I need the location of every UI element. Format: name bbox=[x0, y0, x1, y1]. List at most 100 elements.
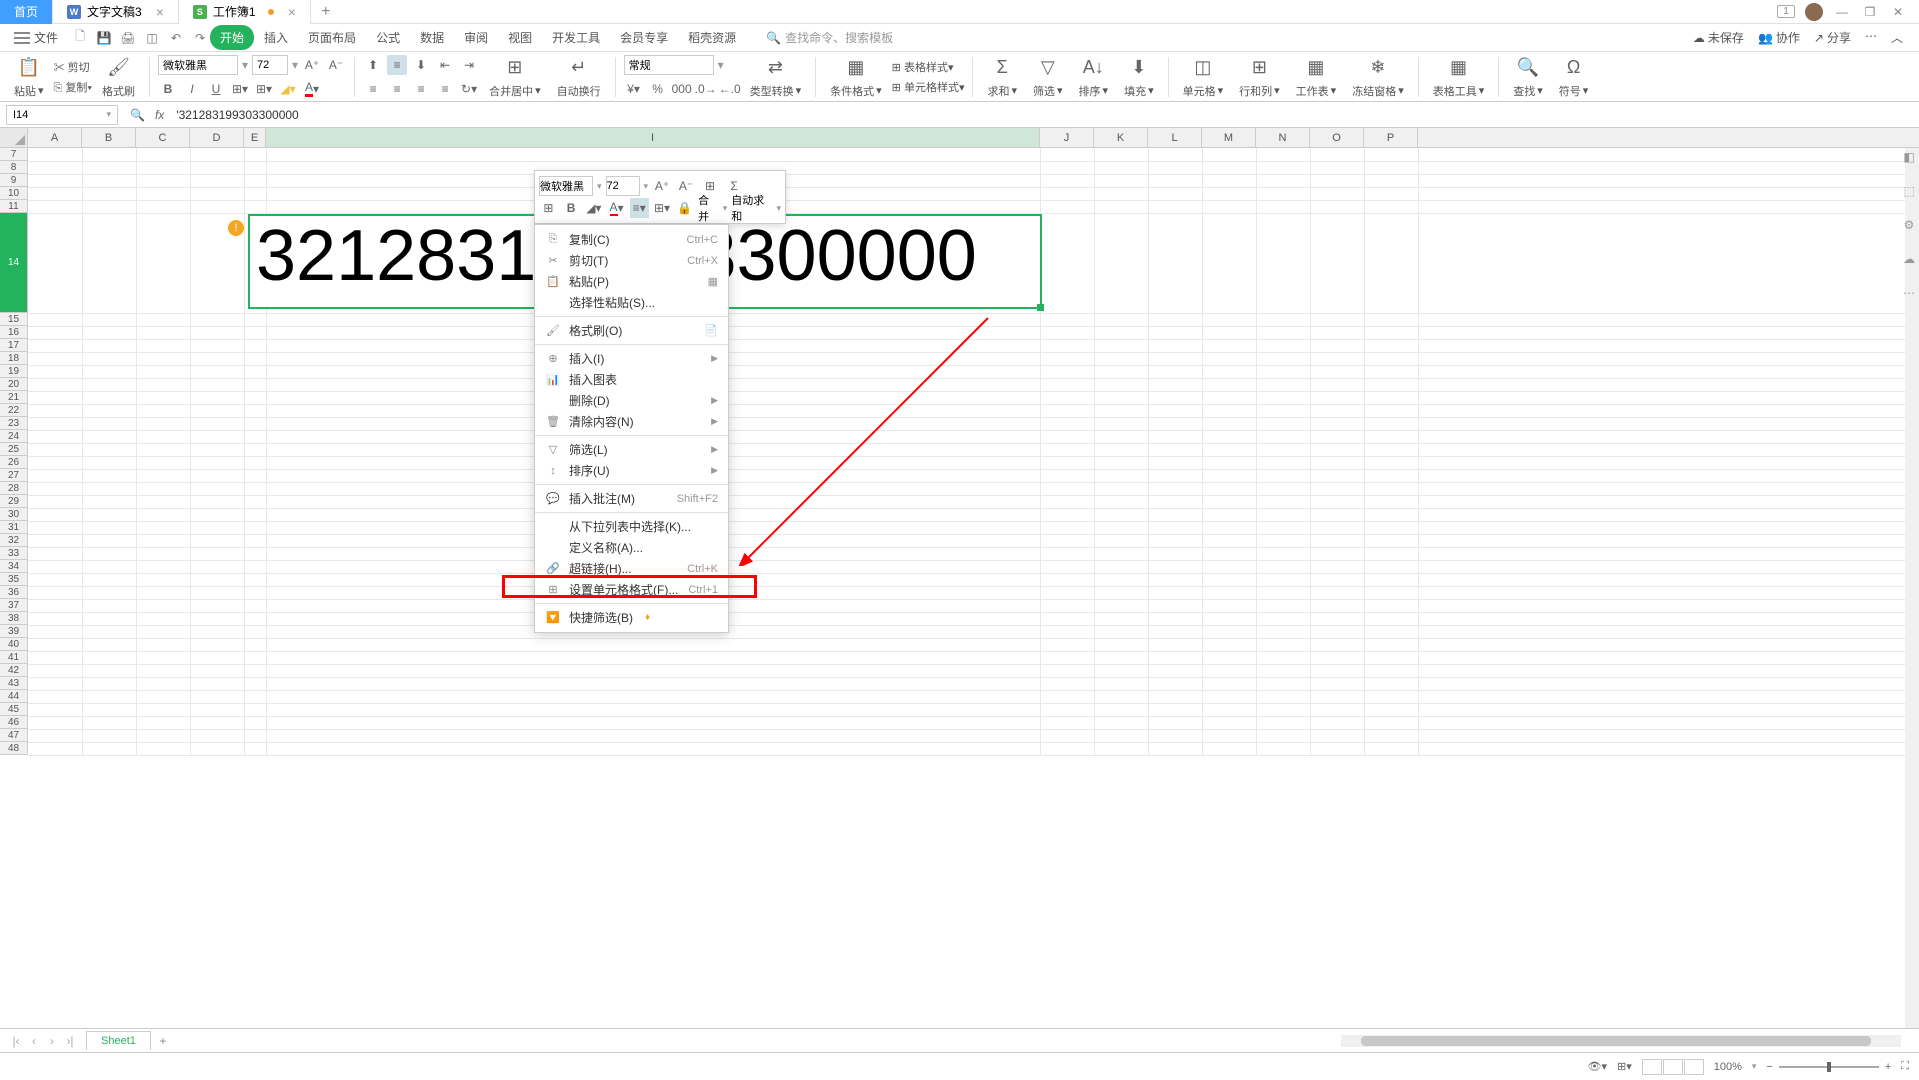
border-icon[interactable]: ⊞▾ bbox=[254, 79, 274, 99]
tablestyle-button[interactable]: ⊞ 表格样式▾ bbox=[892, 59, 965, 75]
row-20[interactable]: 20 bbox=[0, 378, 27, 391]
row-48[interactable]: 48 bbox=[0, 742, 27, 755]
sheet-first-icon[interactable]: |‹ bbox=[8, 1034, 24, 1048]
row-29[interactable]: 29 bbox=[0, 495, 27, 508]
redo-icon[interactable]: ↷ bbox=[190, 28, 210, 48]
row-36[interactable]: 36 bbox=[0, 586, 27, 599]
ctx-item[interactable]: ▽筛选(L)▶ bbox=[535, 439, 728, 460]
ctx-item[interactable]: ↕排序(U)▶ bbox=[535, 460, 728, 481]
formula-input[interactable]: '321283199303300000 bbox=[168, 108, 1919, 122]
mini-border-icon[interactable]: ⊞▾ bbox=[653, 198, 672, 218]
menutab-review[interactable]: 审阅 bbox=[454, 25, 498, 50]
mini-font-select[interactable] bbox=[539, 176, 593, 196]
new-file-icon[interactable]: 🗋 bbox=[70, 28, 90, 48]
ctx-item[interactable]: ⎘复制(C)Ctrl+C bbox=[535, 229, 728, 250]
col-i[interactable]: I bbox=[266, 128, 1040, 147]
bold-icon[interactable]: B bbox=[158, 79, 178, 99]
mini-align-icon[interactable]: ≡▾ bbox=[630, 198, 649, 218]
fill-group[interactable]: ⬇填充▾ bbox=[1118, 55, 1160, 99]
cellstyle-button[interactable]: ⊞ 单元格样式▾ bbox=[892, 79, 965, 95]
mini-fillcolor-icon[interactable]: ◢▾ bbox=[584, 198, 603, 218]
row-33[interactable]: 33 bbox=[0, 547, 27, 560]
ctx-item[interactable]: 定义名称(A)... bbox=[535, 537, 728, 558]
cut-button[interactable]: ✂ 剪切 bbox=[54, 59, 92, 75]
row-14[interactable]: 14 bbox=[0, 213, 27, 313]
zoom-out-icon[interactable]: − bbox=[1766, 1061, 1772, 1073]
mini-textcolor-icon[interactable]: A▾ bbox=[607, 198, 626, 218]
row-8[interactable]: 8 bbox=[0, 161, 27, 174]
row-18[interactable]: 18 bbox=[0, 352, 27, 365]
side-select-icon[interactable]: ⬚ bbox=[1903, 184, 1914, 198]
side-layers-icon[interactable]: ◧ bbox=[1903, 150, 1914, 164]
print-icon[interactable]: 🖨 bbox=[118, 28, 138, 48]
row-45[interactable]: 45 bbox=[0, 703, 27, 716]
side-settings-icon[interactable]: ⚙ bbox=[1904, 218, 1915, 232]
menutab-view[interactable]: 视图 bbox=[498, 25, 542, 50]
row-23[interactable]: 23 bbox=[0, 417, 27, 430]
sort-group[interactable]: A↓排序▾ bbox=[1073, 55, 1115, 99]
menutab-insert[interactable]: 插入 bbox=[254, 25, 298, 50]
col-e[interactable]: E bbox=[244, 128, 266, 147]
zoom-in-icon[interactable]: + bbox=[1885, 1061, 1891, 1073]
share-link[interactable]: ↗ 分享 bbox=[1814, 29, 1851, 46]
col-p[interactable]: P bbox=[1364, 128, 1418, 147]
rowcol-group[interactable]: ⊞行和列▾ bbox=[1233, 55, 1286, 99]
cell-group[interactable]: ◫单元格▾ bbox=[1177, 55, 1230, 99]
sheet-prev-icon[interactable]: ‹ bbox=[26, 1034, 42, 1048]
col-n[interactable]: N bbox=[1256, 128, 1310, 147]
dec-dec-icon[interactable]: ←.0 bbox=[720, 79, 740, 99]
sheet-tab-1[interactable]: Sheet1 bbox=[86, 1031, 151, 1050]
row-32[interactable]: 32 bbox=[0, 534, 27, 547]
row-39[interactable]: 39 bbox=[0, 625, 27, 638]
col-l[interactable]: L bbox=[1148, 128, 1202, 147]
font-size-select[interactable] bbox=[252, 55, 288, 75]
user-avatar[interactable] bbox=[1805, 3, 1823, 21]
strike-icon[interactable]: ⊞▾ bbox=[230, 79, 250, 99]
print-preview-icon[interactable]: ◫ bbox=[142, 28, 162, 48]
font-dec-icon[interactable]: A⁻ bbox=[326, 55, 346, 75]
view-break-icon[interactable] bbox=[1684, 1059, 1704, 1075]
row-7[interactable]: 7 bbox=[0, 148, 27, 161]
menutab-data[interactable]: 数据 bbox=[410, 25, 454, 50]
row-27[interactable]: 27 bbox=[0, 469, 27, 482]
font-family-select[interactable] bbox=[158, 55, 238, 75]
paste-group[interactable]: 📋粘贴▾ bbox=[8, 55, 50, 99]
view-normal-icon[interactable] bbox=[1642, 1059, 1662, 1075]
row-24[interactable]: 24 bbox=[0, 430, 27, 443]
menutab-dev[interactable]: 开发工具 bbox=[542, 25, 610, 50]
row-10[interactable]: 10 bbox=[0, 187, 27, 200]
numfmt-select[interactable] bbox=[624, 55, 714, 75]
row-30[interactable]: 30 bbox=[0, 508, 27, 521]
indent-dec-icon[interactable]: ⇤ bbox=[435, 55, 455, 75]
currency-icon[interactable]: ¥▾ bbox=[624, 79, 644, 99]
fx-icon[interactable]: fx bbox=[151, 108, 168, 122]
mini-select-icon[interactable]: ⊞ bbox=[539, 198, 558, 218]
align-center-icon[interactable]: ≡ bbox=[387, 79, 407, 99]
save-icon[interactable]: 💾 bbox=[94, 28, 114, 48]
row-19[interactable]: 19 bbox=[0, 365, 27, 378]
col-c[interactable]: C bbox=[136, 128, 190, 147]
row-22[interactable]: 22 bbox=[0, 404, 27, 417]
indent-inc-icon[interactable]: ⇥ bbox=[459, 55, 479, 75]
tools-group[interactable]: ▦表格工具▾ bbox=[1427, 55, 1491, 99]
col-m[interactable]: M bbox=[1202, 128, 1256, 147]
restore-button[interactable]: ❐ bbox=[1861, 5, 1879, 19]
ctx-item[interactable]: 选择性粘贴(S)... bbox=[535, 292, 728, 313]
menutab-page[interactable]: 页面布局 bbox=[298, 25, 366, 50]
italic-icon[interactable]: I bbox=[182, 79, 202, 99]
hamburger-button[interactable]: 文件 bbox=[6, 25, 66, 50]
fullscreen-icon[interactable]: ⛶ bbox=[1901, 1060, 1909, 1073]
ctx-item[interactable]: ✂剪切(T)Ctrl+X bbox=[535, 250, 728, 271]
add-sheet-button[interactable]: + bbox=[151, 1034, 175, 1048]
comma-icon[interactable]: 000 bbox=[672, 79, 692, 99]
row-26[interactable]: 26 bbox=[0, 456, 27, 469]
row-21[interactable]: 21 bbox=[0, 391, 27, 404]
textcolor-icon[interactable]: A▾ bbox=[302, 79, 322, 99]
mini-merge-label[interactable]: 合并 bbox=[698, 192, 719, 224]
row-25[interactable]: 25 bbox=[0, 443, 27, 456]
collab-link[interactable]: 👥 协作 bbox=[1758, 29, 1800, 46]
find-group[interactable]: 🔍查找▾ bbox=[1507, 55, 1549, 99]
col-a[interactable]: A bbox=[28, 128, 82, 147]
percent-icon[interactable]: % bbox=[648, 79, 668, 99]
row-43[interactable]: 43 bbox=[0, 677, 27, 690]
